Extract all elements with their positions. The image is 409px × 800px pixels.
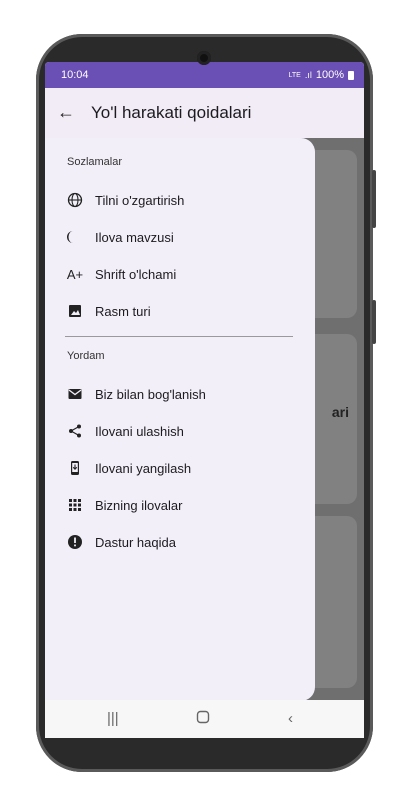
moon-icon: [65, 227, 85, 247]
battery-icon: [348, 70, 354, 80]
system-nav-bar: ||| ‹: [45, 700, 364, 738]
drawer-item-label: Tilni o'zgartirish: [95, 192, 185, 208]
drawer-item-label: Dastur haqida: [95, 534, 176, 550]
volume-button: [372, 170, 376, 228]
apps-grid-icon: [65, 495, 85, 515]
drawer-item-label: Ilovani ulashish: [95, 423, 184, 439]
recents-icon[interactable]: |||: [107, 710, 119, 727]
drawer-item-label: Biz bilan bog'lanish: [95, 386, 206, 402]
drawer-item-label: Rasm turi: [95, 303, 151, 319]
phone-update-icon: [65, 458, 85, 478]
share-icon: [65, 421, 85, 441]
battery-text: 100%: [315, 69, 344, 81]
mail-icon: [65, 384, 85, 404]
back-arrow-icon[interactable]: ←: [57, 102, 75, 123]
drawer-item-language[interactable]: Tilni o'zgartirish: [65, 188, 184, 212]
globe-icon: [65, 190, 85, 210]
drawer-item-contact[interactable]: Biz bilan bog'lanish: [65, 382, 206, 406]
drawer-item-font-size[interactable]: A+ Shrift o'lchami: [65, 262, 176, 286]
info-icon: [65, 532, 85, 552]
drawer-item-our-apps[interactable]: Bizning ilovalar: [65, 493, 182, 517]
drawer-item-image-type[interactable]: Rasm turi: [65, 299, 151, 323]
image-icon: [65, 301, 85, 321]
status-bar: 10:04 LTE .ıl 100%: [45, 62, 364, 88]
drawer-item-label: Ilovani yangilash: [95, 460, 192, 476]
home-icon[interactable]: [196, 710, 210, 728]
drawer-item-theme[interactable]: Ilova mavzusi: [65, 225, 174, 249]
power-button: [372, 300, 376, 344]
section-help: Yordam: [67, 350, 105, 362]
font-size-icon: A+: [66, 266, 84, 282]
signal-icon: LTE: [288, 71, 301, 79]
drawer-item-update[interactable]: Ilovani yangilash: [65, 456, 191, 480]
navigation-drawer: Sozlamalar Tilni o'zgartirish Ilova mavz…: [45, 138, 315, 701]
front-camera: [197, 51, 211, 65]
drawer-item-label: Shrift o'lchami: [95, 266, 177, 282]
drawer-item-label: Ilova mavzusi: [95, 229, 174, 245]
signal-bars-icon: .ıl: [304, 70, 312, 80]
section-settings: Sozlamalar: [67, 156, 123, 168]
status-time: 10:04: [61, 69, 89, 81]
drawer-item-about[interactable]: Dastur haqida: [65, 530, 176, 554]
back-nav-icon[interactable]: ‹: [288, 710, 293, 727]
card-title-fragment: ari: [331, 404, 349, 420]
page-title: Yo'l harakati qoidalari: [91, 103, 252, 122]
drawer-divider: [65, 336, 293, 337]
screen: 10:04 LTE .ıl 100% ← Yo'l harakati qoida…: [45, 62, 364, 738]
app-bar: ← Yo'l harakati qoidalari: [45, 88, 364, 138]
drawer-item-label: Bizning ilovalar: [95, 497, 183, 513]
drawer-item-share[interactable]: Ilovani ulashish: [65, 419, 184, 443]
status-indicators: LTE .ıl 100%: [289, 69, 354, 81]
